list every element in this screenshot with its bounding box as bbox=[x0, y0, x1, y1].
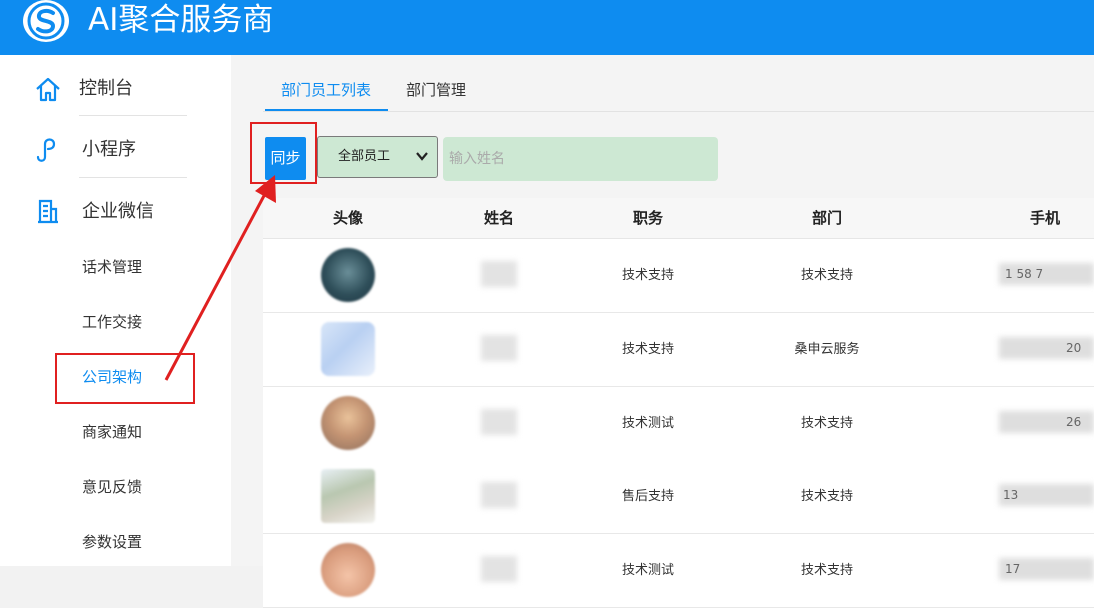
annotation-arrow-icon bbox=[164, 175, 276, 381]
